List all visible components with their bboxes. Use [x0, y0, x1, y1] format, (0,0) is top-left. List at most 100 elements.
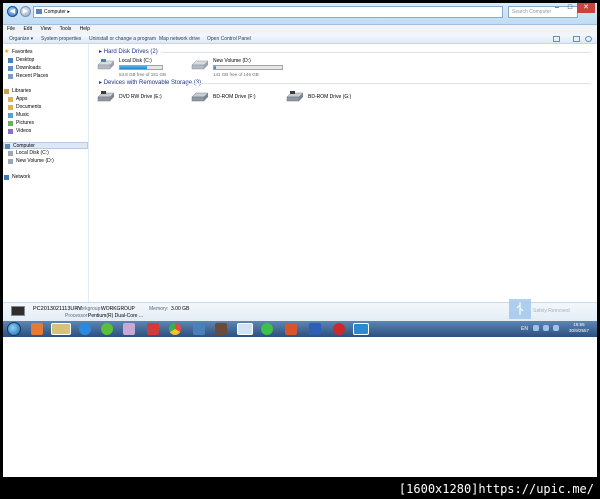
- nav-music[interactable]: Music: [7, 112, 29, 119]
- drive-icon: [8, 151, 13, 156]
- downloads-icon: [8, 66, 13, 71]
- workgroup-label: Workgroup:: [76, 306, 102, 312]
- nav-desktop[interactable]: Desktop: [7, 57, 34, 64]
- system-properties-button[interactable]: System properties: [41, 34, 81, 44]
- open-control-panel-button[interactable]: Open Control Panel: [207, 34, 251, 44]
- explorer-taskbar-icon[interactable]: [51, 323, 71, 335]
- nav-label: Pictures: [16, 120, 35, 126]
- clock-date: 30/9/2557: [568, 328, 590, 333]
- usage-fill: [214, 66, 217, 69]
- drive-label: BD-ROM Drive (G:): [308, 94, 352, 100]
- internet-explorer-icon[interactable]: [79, 323, 91, 335]
- nav-label: Libraries: [12, 88, 32, 94]
- nav-label: Music: [16, 112, 30, 118]
- nav-new-volume-d[interactable]: New Volume (D:): [7, 158, 54, 165]
- view-options-icon[interactable]: [553, 36, 560, 42]
- group-removable-storage[interactable]: ▸ Devices with Removable Storage (3): [99, 79, 201, 86]
- app-icon[interactable]: [147, 323, 159, 335]
- nav-apps[interactable]: Apps: [7, 96, 27, 103]
- help-icon[interactable]: [585, 36, 592, 42]
- back-button[interactable]: ◀: [7, 6, 18, 17]
- word-icon[interactable]: [309, 323, 321, 335]
- nav-libraries[interactable]: Libraries: [3, 88, 31, 95]
- drive-bd-rom-f[interactable]: BD-ROM Drive (F:): [191, 90, 261, 106]
- nav-favorites[interactable]: ★ Favorites: [3, 49, 33, 56]
- minimize-button[interactable]: –: [551, 3, 563, 13]
- usage-bar: [213, 65, 283, 70]
- nav-pictures[interactable]: Pictures: [7, 120, 34, 127]
- explorer-window: ◀ ▶ Computer ▸ Search Computer – □ ✕ Fil…: [3, 3, 597, 337]
- drive-icon: [8, 159, 13, 164]
- bd-rom-drive-icon: [191, 92, 209, 102]
- volume-icon[interactable]: [553, 325, 559, 331]
- nav-label: Documents: [16, 104, 42, 110]
- uninstall-program-button[interactable]: Uninstall or change a program: [89, 34, 156, 44]
- nav-label: Videos: [16, 128, 32, 134]
- acrobat-icon[interactable]: [333, 323, 345, 335]
- nav-downloads[interactable]: Downloads: [7, 65, 41, 72]
- app-icon[interactable]: [237, 323, 253, 335]
- menu-file[interactable]: File: [7, 26, 15, 32]
- nav-label: Computer: [13, 143, 35, 149]
- drive-new-volume-d[interactable]: New Volume (D:) 141 GB free of 146 GB: [191, 58, 291, 78]
- dvd-drive-icon: [97, 91, 115, 102]
- powerpoint-icon[interactable]: [285, 323, 297, 335]
- nav-local-disk-c[interactable]: Local Disk (C:): [7, 150, 49, 157]
- address-input[interactable]: Computer ▸: [33, 6, 503, 18]
- hard-drive-icon: [97, 59, 115, 70]
- start-button[interactable]: [7, 322, 21, 336]
- media-player-icon[interactable]: [31, 323, 43, 335]
- avatar-icon[interactable]: [215, 323, 227, 335]
- usage-bar: [119, 65, 163, 70]
- usb-icon: [509, 299, 531, 319]
- network-icon: [4, 175, 9, 180]
- app-icon[interactable]: [123, 323, 135, 335]
- tray-icon[interactable]: [533, 325, 539, 331]
- app-icon[interactable]: [101, 323, 113, 335]
- drive-dvd-rw-e[interactable]: DVD RW Drive (E:): [97, 90, 167, 106]
- menu-tools[interactable]: Tools: [60, 26, 72, 32]
- line-icon[interactable]: [261, 323, 273, 335]
- menu-help[interactable]: Help: [80, 26, 90, 32]
- star-icon: ★: [4, 49, 10, 55]
- language-indicator[interactable]: EN: [521, 326, 528, 332]
- search-placeholder: Search Computer: [512, 9, 552, 15]
- chrome-icon[interactable]: [169, 323, 181, 335]
- skype-icon[interactable]: [353, 323, 369, 335]
- menu-edit[interactable]: Edit: [23, 26, 32, 32]
- desktop-icon: [8, 58, 13, 63]
- computer-icon: [36, 9, 42, 14]
- drive-label: New Volume (D:): [213, 58, 251, 64]
- nav-videos[interactable]: Videos: [7, 128, 31, 135]
- map-network-drive-button[interactable]: Map network drive: [159, 34, 200, 44]
- menu-bar: File Edit View Tools Help: [3, 25, 597, 34]
- workgroup-value: WORKGROUP: [101, 306, 135, 312]
- network-tray-icon[interactable]: [543, 325, 549, 331]
- content-pane: ▸ Hard Disk Drives (2) Local Disk (C:) 5…: [91, 44, 597, 302]
- nav-network[interactable]: Network: [3, 174, 30, 181]
- organize-button[interactable]: Organize ▾: [9, 34, 33, 44]
- safely-removed-text: Safely Removed: [533, 308, 570, 314]
- group-divider: [161, 52, 591, 53]
- free-space-text: 141 GB free of 146 GB: [213, 72, 259, 77]
- preview-pane-icon[interactable]: [573, 36, 580, 42]
- details-pane: PC2013021113URV Workgroup: WORKGROUP Mem…: [3, 299, 597, 321]
- app-icon[interactable]: [193, 323, 205, 335]
- close-button[interactable]: ✕: [577, 3, 595, 13]
- nav-documents[interactable]: Documents: [7, 104, 41, 111]
- nav-computer[interactable]: Computer: [3, 142, 88, 149]
- videos-icon: [8, 129, 13, 134]
- menu-view[interactable]: View: [40, 26, 51, 32]
- forward-button[interactable]: ▶: [20, 6, 31, 17]
- drive-local-disk-c[interactable]: Local Disk (C:) 53.8 GB free of 151 GB: [97, 58, 177, 78]
- drive-label: BD-ROM Drive (F:): [213, 94, 256, 100]
- group-hard-disk-drives[interactable]: ▸ Hard Disk Drives (2): [99, 48, 158, 55]
- maximize-button[interactable]: □: [564, 3, 576, 13]
- nav-label: Favorites: [12, 49, 33, 55]
- drive-bd-rom-g[interactable]: BD-ROM Drive (G:): [286, 90, 356, 106]
- clock[interactable]: 18:55 30/9/2557: [565, 322, 593, 334]
- nav-label: Recent Places: [16, 73, 49, 79]
- nav-recent-places[interactable]: Recent Places: [7, 73, 48, 80]
- photo-frame: ◀ ▶ Computer ▸ Search Computer – □ ✕ Fil…: [0, 0, 600, 499]
- folder-icon: [8, 97, 13, 102]
